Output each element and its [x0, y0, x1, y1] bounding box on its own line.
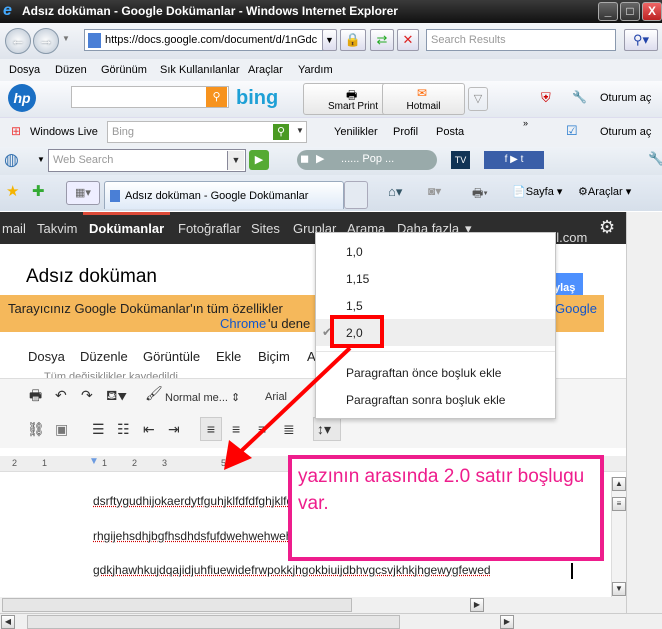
annotation-callout: yazının arasında 2.0 satır boşlugu var. — [288, 455, 604, 561]
arrow-line — [234, 346, 352, 458]
